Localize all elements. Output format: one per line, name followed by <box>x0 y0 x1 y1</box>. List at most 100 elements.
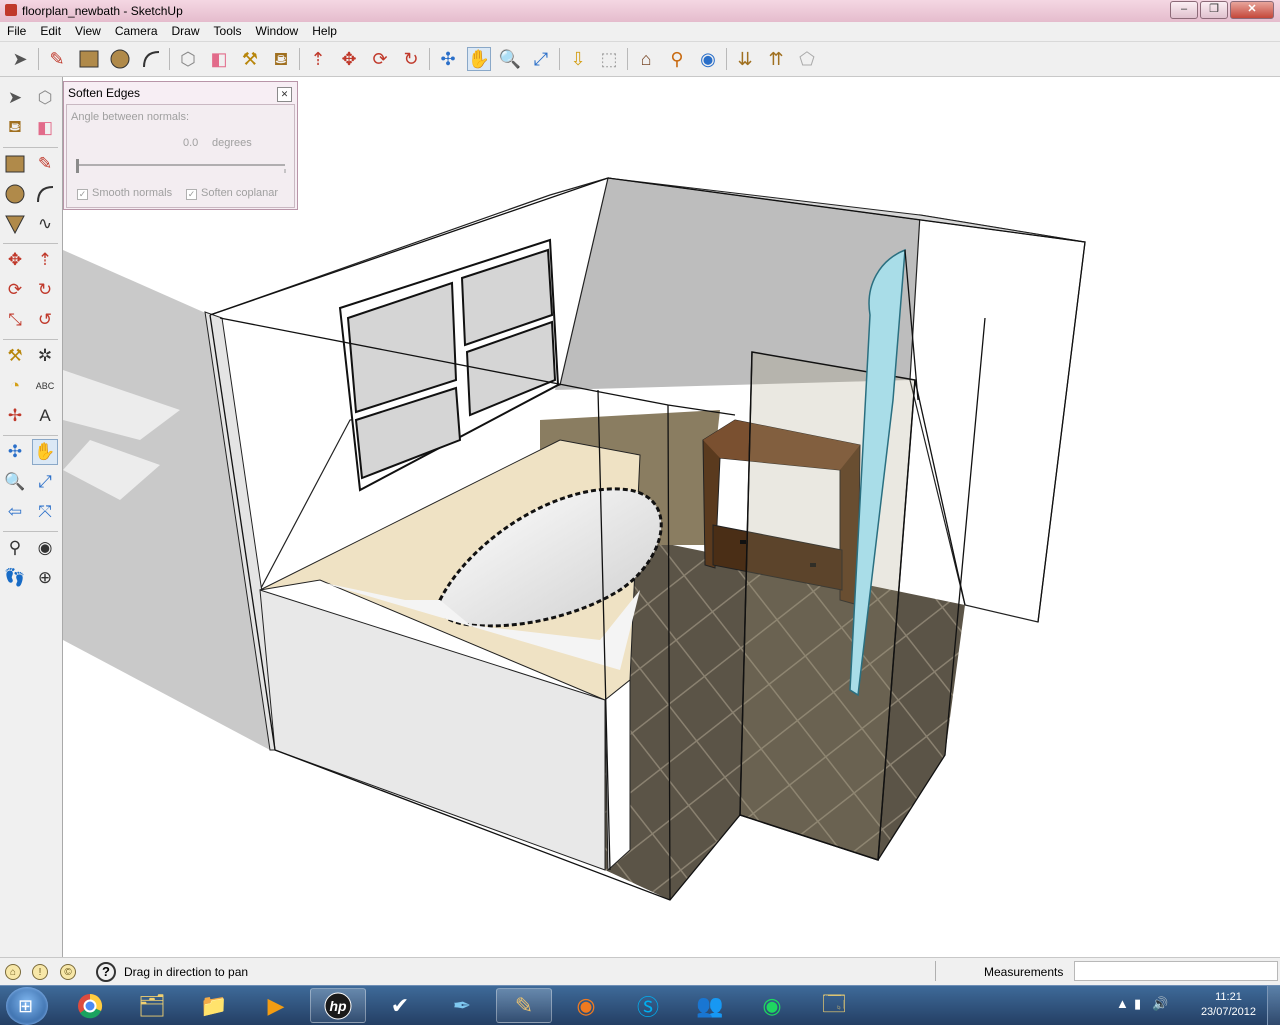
clock[interactable]: 11:21 23/07/2012 <box>1201 990 1256 1020</box>
add-location-icon[interactable]: ⚲ <box>665 47 689 71</box>
zoom-tool-icon[interactable]: 🔍 <box>2 469 28 495</box>
tray-expand-icon[interactable]: ▲ <box>1116 996 1129 1011</box>
push-pull-icon[interactable]: ⇡ <box>306 47 330 71</box>
text-tool-icon[interactable]: ABC <box>32 373 58 399</box>
hp-taskbar-icon[interactable]: hp <box>310 988 366 1023</box>
angle-slider[interactable] <box>75 157 289 175</box>
spotify-taskbar-icon[interactable]: ◉ <box>744 988 800 1023</box>
signal-icon[interactable]: ▮ <box>1134 996 1141 1012</box>
menu-help[interactable]: Help <box>305 22 344 41</box>
follow-me-icon[interactable]: ↻ <box>399 47 423 71</box>
smooth-normals-checkbox[interactable]: ✓ Smooth normals <box>77 187 172 200</box>
orbit-tool-icon[interactable]: ✣ <box>436 47 460 71</box>
tape-measure-icon[interactable]: ⚒ <box>238 47 262 71</box>
freehand-tool-icon[interactable]: ∿ <box>32 211 58 237</box>
eraser-tool-icon[interactable]: ◧ <box>32 115 58 141</box>
line-tool-icon[interactable]: ✎ <box>45 47 69 71</box>
protractor-icon[interactable]: ◔ <box>2 373 28 399</box>
previous-view-icon[interactable]: ⇦ <box>2 499 28 525</box>
paint-bucket-icon[interactable]: ⛾ <box>2 115 28 141</box>
pan-tool-icon[interactable]: ✋ <box>32 439 58 465</box>
soften-coplanar-check-icon[interactable]: ✓ <box>186 189 197 200</box>
close-button[interactable]: ✕ <box>1230 1 1274 19</box>
chrome-taskbar-icon[interactable] <box>62 988 118 1023</box>
share-model-icon[interactable]: ⇈ <box>764 47 788 71</box>
tape-measure-icon[interactable]: ⚒ <box>2 343 28 369</box>
rotate-tool-icon[interactable]: ⟳ <box>2 277 28 303</box>
zoom-extents-icon[interactable]: ⤢ <box>529 47 553 71</box>
zoom-window-icon[interactable]: ⤢ <box>32 469 58 495</box>
rectangle-tool-icon[interactable] <box>2 151 28 177</box>
skype-taskbar-icon[interactable]: Ⓢ <box>620 988 676 1023</box>
zoom-extents-icon[interactable]: ⤧ <box>32 499 58 525</box>
share-component-icon[interactable]: ⬠ <box>795 47 819 71</box>
minimize-button[interactable]: – <box>1170 1 1198 19</box>
orbit-tool-icon[interactable]: ✣ <box>2 439 28 465</box>
arc-tool-icon[interactable] <box>32 181 58 207</box>
help-icon[interactable]: ? <box>96 962 116 982</box>
arc-tool-icon[interactable] <box>139 47 163 71</box>
axes-tool-icon[interactable]: ✢ <box>2 403 28 429</box>
task-checkmark-taskbar-icon[interactable]: ✔ <box>372 988 428 1023</box>
move-tool-icon[interactable]: ✥ <box>337 47 361 71</box>
messenger-taskbar-icon[interactable]: 👥 <box>682 988 738 1023</box>
credits-icon[interactable]: ! <box>32 964 48 980</box>
3d-warehouse-icon[interactable]: ⌂ <box>634 47 658 71</box>
measurements-input[interactable] <box>1074 961 1278 981</box>
polygon-tool-icon[interactable] <box>2 211 28 237</box>
next-view-icon[interactable]: ⬚ <box>597 47 621 71</box>
move-tool-icon[interactable]: ✥ <box>2 247 28 273</box>
walk-tool-icon[interactable]: 👣 <box>2 565 28 591</box>
menu-view[interactable]: View <box>68 22 108 41</box>
clock-time: 11:21 <box>1215 991 1242 1003</box>
menu-file[interactable]: File <box>0 22 33 41</box>
position-camera-icon[interactable]: ⚲ <box>2 535 28 561</box>
circle-tool-icon[interactable] <box>2 181 28 207</box>
previous-view-icon[interactable]: ⇩ <box>566 47 590 71</box>
user-icon[interactable]: © <box>60 964 76 980</box>
start-button[interactable]: ⊞ <box>6 987 48 1025</box>
media-player-taskbar-icon[interactable]: ▶ <box>248 988 304 1023</box>
dialog-close-icon[interactable]: ✕ <box>277 87 292 102</box>
line-tool-icon[interactable]: ✎ <box>32 151 58 177</box>
scale-tool-icon[interactable]: ⤡ <box>2 307 28 333</box>
firefox-taskbar-icon[interactable]: ◉ <box>558 988 614 1023</box>
pan-tool-icon[interactable]: ✋ <box>467 47 491 71</box>
make-component-icon[interactable]: ⬡ <box>32 85 58 111</box>
menu-camera[interactable]: Camera <box>108 22 165 41</box>
menu-draw[interactable]: Draw <box>165 22 207 41</box>
rectangle-tool-icon[interactable] <box>77 47 101 71</box>
geo-location-icon[interactable]: ⌂ <box>5 964 21 980</box>
menu-window[interactable]: Window <box>249 22 306 41</box>
zoom-tool-icon[interactable]: 🔍 <box>498 47 522 71</box>
explorer-taskbar-icon[interactable]: 📁 <box>186 988 242 1023</box>
look-around-icon[interactable]: ◉ <box>32 535 58 561</box>
menu-tools[interactable]: Tools <box>207 22 249 41</box>
menu-edit[interactable]: Edit <box>33 22 68 41</box>
make-component-icon[interactable]: ⬡ <box>176 47 200 71</box>
push-pull-icon[interactable]: ⇡ <box>32 247 58 273</box>
dimension-tool-icon[interactable]: ✲ <box>32 343 58 369</box>
soften-coplanar-checkbox[interactable]: ✓ Soften coplanar <box>186 187 278 200</box>
sketchup-taskbar-icon[interactable]: ✎ <box>496 988 552 1023</box>
show-desktop-button[interactable] <box>1267 986 1280 1025</box>
folder-stack-taskbar-icon[interactable]: 🗂 <box>124 988 180 1023</box>
eraser-tool-icon[interactable]: ◧ <box>207 47 231 71</box>
select-tool-icon[interactable]: ➤ <box>2 85 28 111</box>
google-earth-icon[interactable]: ◉ <box>696 47 720 71</box>
3d-text-icon[interactable]: A <box>32 403 58 429</box>
offset-tool-icon[interactable]: ↺ <box>32 307 58 333</box>
follow-me-icon[interactable]: ↻ <box>32 277 58 303</box>
circle-tool-icon[interactable] <box>108 47 132 71</box>
quill-taskbar-icon[interactable]: ✒ <box>434 988 490 1023</box>
volume-icon[interactable]: 🔊 <box>1152 996 1168 1012</box>
paint-bucket-icon[interactable]: ⛾ <box>269 47 293 71</box>
maximize-button[interactable]: ❐ <box>1200 1 1228 19</box>
window-manager-taskbar-icon[interactable]: 🗔 <box>806 988 862 1023</box>
angle-slider-thumb[interactable] <box>76 159 79 173</box>
get-models-icon[interactable]: ⇊ <box>733 47 757 71</box>
select-tool-icon[interactable]: ➤ <box>8 47 32 71</box>
smooth-normals-check-icon[interactable]: ✓ <box>77 189 88 200</box>
rotate-tool-icon[interactable]: ⟳ <box>368 47 392 71</box>
section-plane-icon[interactable]: ⊕ <box>32 565 58 591</box>
